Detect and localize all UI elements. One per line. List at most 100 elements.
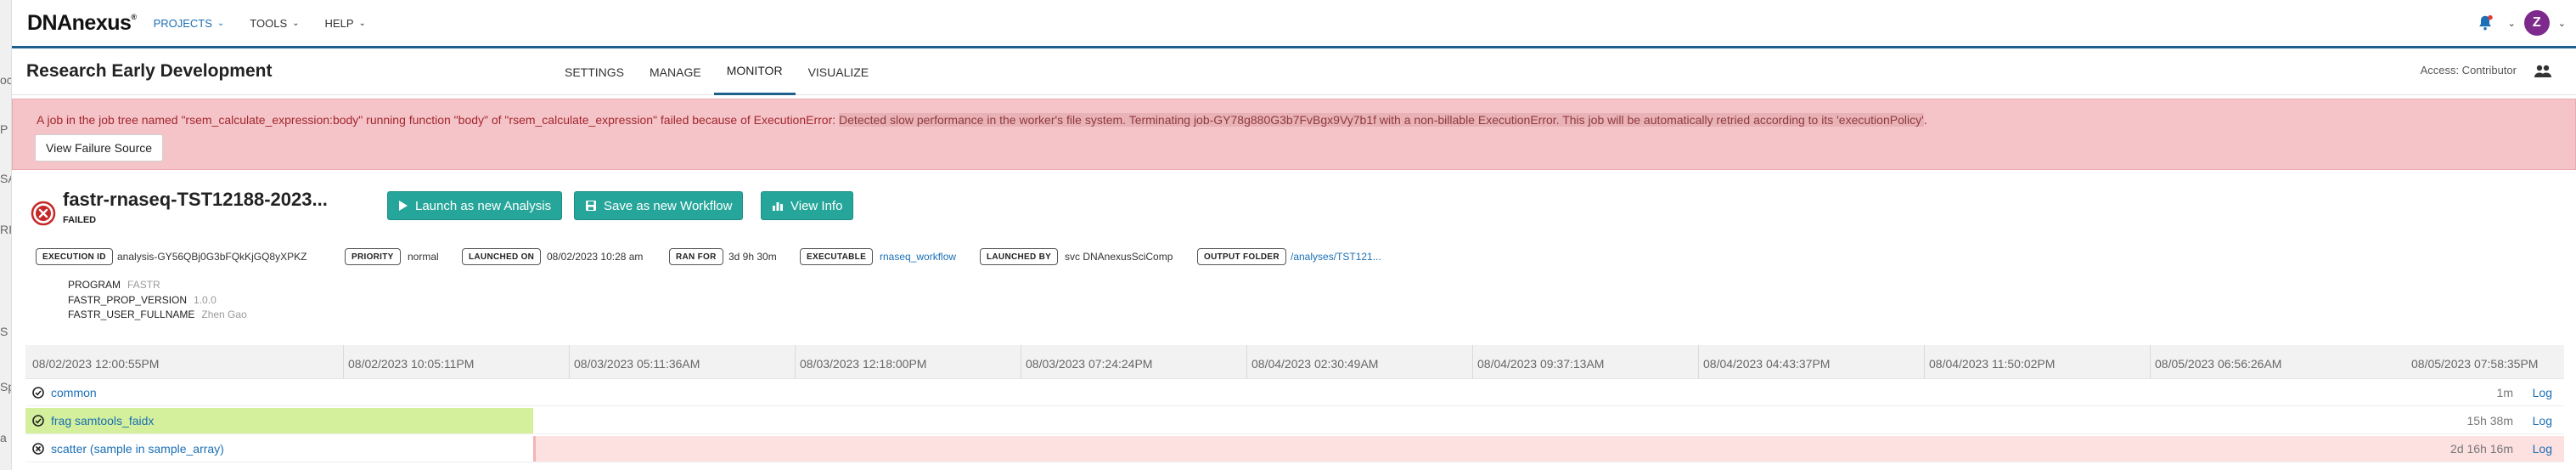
top-navbar: DNAnexus® PROJECTS ⌄ TOOLS ⌄ HELP ⌄ ⌄ Z … — [12, 0, 2576, 48]
timeline-tick-label: 08/03/2023 12:18:00PM — [800, 357, 927, 371]
priority-value: normal — [408, 251, 439, 263]
strip-fragment: Sp — [0, 380, 11, 394]
timeline-row[interactable]: frag samtools_faidx 15h 38m Log — [25, 407, 2564, 434]
tab-visualize[interactable]: VISUALIZE — [796, 48, 882, 95]
output-folder-tag: OUTPUT FOLDER — [1197, 248, 1286, 265]
main-area: DNAnexus® PROJECTS ⌄ TOOLS ⌄ HELP ⌄ ⌄ Z … — [12, 0, 2576, 470]
log-link[interactable]: Log — [2533, 442, 2552, 456]
timeline-row[interactable]: common 1m Log — [25, 379, 2564, 406]
job-properties: PROGRAM FASTR FASTR_PROP_VERSION 1.0.0 FAS… — [68, 278, 247, 323]
property-key: PROGRAM — [68, 279, 121, 291]
chevron-down-icon[interactable]: ⌄ — [2558, 18, 2566, 29]
property-row: FASTR_USER_FULLNAME Zhen Gao — [68, 308, 247, 323]
nav-projects[interactable]: PROJECTS ⌄ — [154, 17, 225, 30]
chevron-down-icon: ⌄ — [358, 18, 366, 28]
timeline-row-name[interactable]: common — [51, 386, 97, 399]
launched-on-value: 08/02/2023 10:28 am — [547, 251, 644, 263]
log-link[interactable]: Log — [2533, 386, 2552, 399]
launch-button-label: Launch as new Analysis — [415, 198, 552, 213]
timeline-tick-label: 08/05/2023 06:56:26AM — [2155, 357, 2282, 371]
nav-help-label: HELP — [324, 16, 354, 30]
timeline-row-name[interactable]: frag samtools_faidx — [51, 414, 154, 428]
nav-projects-label: PROJECTS — [153, 16, 212, 30]
timeline-gridline — [1246, 345, 1247, 379]
view-failure-source-button[interactable]: View Failure Source — [35, 134, 164, 161]
failed-status-icon — [31, 201, 56, 226]
nav-help[interactable]: HELP ⌄ — [325, 17, 366, 30]
timeline-bar — [533, 436, 2564, 462]
launch-as-new-analysis-button[interactable]: Launch as new Analysis — [387, 191, 563, 220]
view-info-button[interactable]: View Info — [761, 191, 854, 220]
log-link[interactable]: Log — [2533, 414, 2552, 428]
timeline-gridline — [569, 345, 570, 379]
timeline-tick-label: 08/02/2023 10:05:11PM — [348, 357, 475, 371]
timeline-tick-label: 08/03/2023 05:11:36AM — [574, 357, 700, 371]
strip-fragment: RI — [0, 223, 12, 236]
timeline-gridline — [1924, 345, 1925, 379]
timeline-row[interactable]: scatter (sample in sample_array) 2d 16h 1… — [25, 435, 2564, 462]
output-folder-link[interactable]: /analyses/TST121... — [1291, 251, 1381, 263]
save-icon — [586, 201, 596, 211]
strip-fragment: oc — [0, 73, 12, 87]
chevron-down-icon: ⌄ — [292, 18, 300, 28]
done-status-icon — [32, 387, 44, 399]
save-as-new-workflow-button[interactable]: Save as new Workflow — [574, 191, 744, 220]
dnanexus-logo[interactable]: DNAnexus® — [27, 11, 137, 36]
failed-status-icon — [32, 443, 44, 455]
launched-on-tag: LAUNCHED ON — [462, 248, 542, 265]
play-icon — [399, 201, 408, 211]
nav-tools[interactable]: TOOLS ⌄ — [250, 17, 299, 30]
property-value: FASTR — [127, 279, 160, 291]
property-key: FASTR_USER_FULLNAME — [68, 309, 195, 320]
timeline-row-name[interactable]: scatter (sample in sample_array) — [51, 442, 224, 456]
tab-settings[interactable]: SETTINGS — [552, 48, 637, 95]
strip-fragment: P — [0, 122, 8, 136]
chevron-down-icon: ⌄ — [217, 18, 225, 28]
property-key: FASTR_PROP_VERSION — [68, 293, 188, 306]
launched-by-tag: LAUNCHED BY — [980, 248, 1059, 265]
timeline-gridline — [1698, 345, 1699, 379]
executable-link[interactable]: rnaseq_workflow — [880, 251, 956, 263]
property-row: FASTR_PROP_VERSION 1.0.0 — [68, 293, 247, 309]
alert-text-prefix: A job in the job tree named "rsem_calcul… — [37, 113, 840, 127]
priority-tag: PRIORITY — [345, 248, 401, 265]
tab-monitor[interactable]: MONITOR — [713, 48, 796, 95]
chevron-down-icon[interactable]: ⌄ — [2508, 18, 2516, 29]
property-value: 1.0.0 — [194, 293, 217, 306]
job-header: fastr-rnaseq-TST12188-2023... FAILED Lau… — [31, 187, 1049, 238]
ran-for-value: 3d 9h 30m — [728, 251, 777, 263]
timeline-row-duration: 15h 38m — [2466, 414, 2513, 428]
alert-message: A job in the job tree named "rsem_calcul… — [37, 113, 1927, 127]
timeline-tick-label: 08/05/2023 07:58:35PM — [2411, 357, 2539, 371]
left-cropped-strip: oc P SA RI S Sp a — [0, 0, 12, 470]
launched-by-value: svc DNAnexusSciComp — [1065, 251, 1173, 263]
timeline-tick-label: 08/04/2023 09:37:13AM — [1477, 357, 1605, 371]
project-title: Research Early Development — [26, 61, 273, 81]
top-right-controls: ⌄ Z ⌄ — [2476, 10, 2566, 36]
timeline-gridline — [1472, 345, 1473, 379]
failure-alert: A job in the job tree named "rsem_calcul… — [12, 99, 2576, 170]
tab-manage[interactable]: MANAGE — [637, 48, 714, 95]
user-avatar[interactable]: Z — [2523, 10, 2550, 36]
timeline-tick-label: 08/04/2023 04:43:37PM — [1703, 357, 1831, 371]
timeline-row-duration: 1m — [2496, 386, 2513, 399]
execution-id-value: analysis-GY56QBj0G3bFQkKjGQ8yXPKZ — [117, 251, 307, 263]
project-header: Research Early Development SETTINGS MANA… — [12, 48, 2576, 95]
members-icon[interactable] — [2534, 64, 2552, 83]
done-status-icon — [32, 415, 44, 427]
executable-tag: EXECUTABLE — [800, 248, 874, 265]
timeline-axis: 08/02/2023 12:00:55PM 08/02/2023 10:05:11… — [25, 345, 2564, 379]
project-tabs: SETTINGS MANAGE MONITOR VISUALIZE — [552, 48, 881, 95]
timeline-row-duration: 2d 16h 16m — [2450, 442, 2513, 456]
timeline-tick-label: 08/04/2023 11:50:02PM — [1929, 357, 2056, 371]
property-value: Zhen Gao — [201, 309, 247, 320]
alert-text-highlight: Detected slow performance in the worker'… — [839, 113, 1924, 127]
timeline-gridline — [795, 345, 796, 379]
ran-for-tag: RAN FOR — [669, 248, 723, 265]
notifications-bell-icon[interactable] — [2476, 12, 2500, 34]
access-level: Access: Contributor — [2420, 64, 2517, 76]
job-status: FAILED — [63, 215, 97, 225]
strip-fragment: S — [0, 325, 8, 338]
timeline-tick-label: 08/04/2023 02:30:49AM — [1251, 357, 1379, 371]
timeline-tick-label: 08/02/2023 12:00:55PM — [32, 357, 160, 371]
